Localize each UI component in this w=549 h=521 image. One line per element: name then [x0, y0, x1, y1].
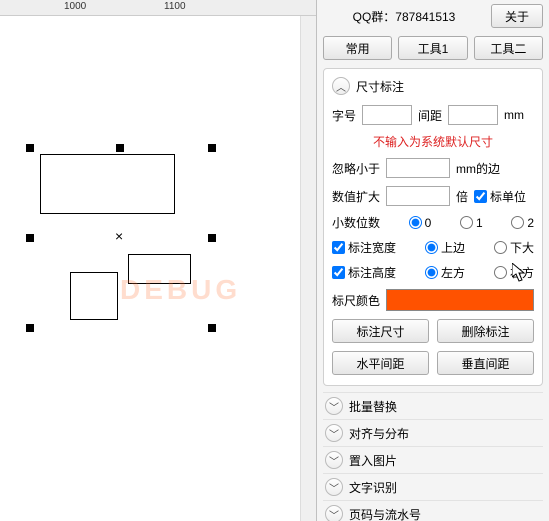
mark-height-checkbox[interactable]: 标注高度	[332, 264, 396, 281]
selection-handle[interactable]	[26, 234, 34, 242]
accordion-place-image[interactable]: ﹀置入图片	[323, 446, 543, 473]
selection-handle[interactable]	[208, 324, 216, 332]
tab-tool1[interactable]: 工具1	[398, 36, 467, 60]
about-button[interactable]: 关于	[491, 4, 543, 28]
side-bottom-radio[interactable]: 下大	[494, 239, 534, 256]
chevron-down-icon: ﹀	[325, 397, 343, 415]
vertical-gap-button[interactable]: 垂直间距	[437, 351, 534, 375]
chevron-down-icon: ﹀	[325, 505, 343, 521]
tab-tool2[interactable]: 工具二	[474, 36, 543, 60]
side-top-radio[interactable]: 上边	[425, 239, 465, 256]
mark-dimension-button[interactable]: 标注尺寸	[332, 319, 429, 343]
chevron-down-icon: ﹀	[325, 478, 343, 496]
scale-suffix: 倍	[456, 188, 468, 205]
accordion-text-recognition[interactable]: ﹀文字识别	[323, 473, 543, 500]
delete-mark-button[interactable]: 删除标注	[437, 319, 534, 343]
font-size-input[interactable]	[362, 105, 412, 125]
accordion-batch-replace[interactable]: ﹀批量替换	[323, 392, 543, 419]
ignore-suffix: mm的边	[456, 160, 500, 177]
chevron-down-icon: ﹀	[325, 424, 343, 442]
decimals-1-radio[interactable]: 1	[460, 216, 483, 230]
selection-handle[interactable]	[26, 144, 34, 152]
gap-label: 间距	[418, 107, 442, 124]
shape-rect[interactable]	[40, 154, 175, 214]
selection-handle[interactable]	[116, 144, 124, 152]
section-title: 尺寸标注	[356, 78, 404, 95]
scale-input[interactable]	[386, 186, 450, 206]
default-warning: 不输入为系统默认尺寸	[332, 133, 534, 150]
decimals-0-radio[interactable]: 0	[409, 216, 432, 230]
tab-common[interactable]: 常用	[323, 36, 392, 60]
accordion-page-serial[interactable]: ﹀页码与流水号	[323, 500, 543, 521]
selection-center-icon: ×	[115, 228, 123, 244]
watermark: DEBUG	[120, 274, 241, 306]
vertical-scrollbar[interactable]	[300, 16, 316, 521]
horizontal-ruler: 1000 1100	[0, 0, 316, 16]
gap-input[interactable]	[448, 105, 498, 125]
side-right-radio[interactable]: 右方	[494, 264, 534, 281]
selection-handle[interactable]	[208, 234, 216, 242]
qq-group-label: QQ群：787841513	[323, 8, 485, 25]
accordion-align-distribute[interactable]: ﹀对齐与分布	[323, 419, 543, 446]
font-size-label: 字号	[332, 107, 356, 124]
ruler-color-label: 标尺颜色	[332, 292, 380, 309]
section-dimension: ︿ 尺寸标注 字号 间距 mm 不输入为系统默认尺寸 忽略小于 mm的边 数值扩…	[323, 68, 543, 386]
canvas-area: 1000 1100 × DEBUG	[0, 0, 316, 521]
mark-unit-checkbox[interactable]: 标单位	[474, 188, 526, 205]
scale-label: 数值扩大	[332, 188, 380, 205]
ruler-color-swatch[interactable]	[386, 289, 534, 311]
chevron-down-icon: ﹀	[325, 451, 343, 469]
ignore-label: 忽略小于	[332, 160, 380, 177]
shape-rect[interactable]	[70, 272, 118, 320]
selection-handle[interactable]	[208, 144, 216, 152]
unit-mm-label: mm	[504, 108, 524, 122]
mark-width-checkbox[interactable]: 标注宽度	[332, 239, 396, 256]
drawing-canvas[interactable]: × DEBUG	[0, 16, 316, 521]
decimals-2-radio[interactable]: 2	[511, 216, 534, 230]
chevron-up-icon[interactable]: ︿	[332, 77, 350, 95]
side-left-radio[interactable]: 左方	[425, 264, 465, 281]
ruler-tick: 1000	[64, 1, 86, 12]
ignore-input[interactable]	[386, 158, 450, 178]
decimals-label: 小数位数	[332, 214, 380, 231]
side-panel: QQ群：787841513 关于 常用 工具1 工具二 ︿ 尺寸标注 字号 间距…	[316, 0, 549, 521]
ruler-tick: 1100	[164, 1, 186, 12]
horizontal-gap-button[interactable]: 水平间距	[332, 351, 429, 375]
selection-handle[interactable]	[26, 324, 34, 332]
